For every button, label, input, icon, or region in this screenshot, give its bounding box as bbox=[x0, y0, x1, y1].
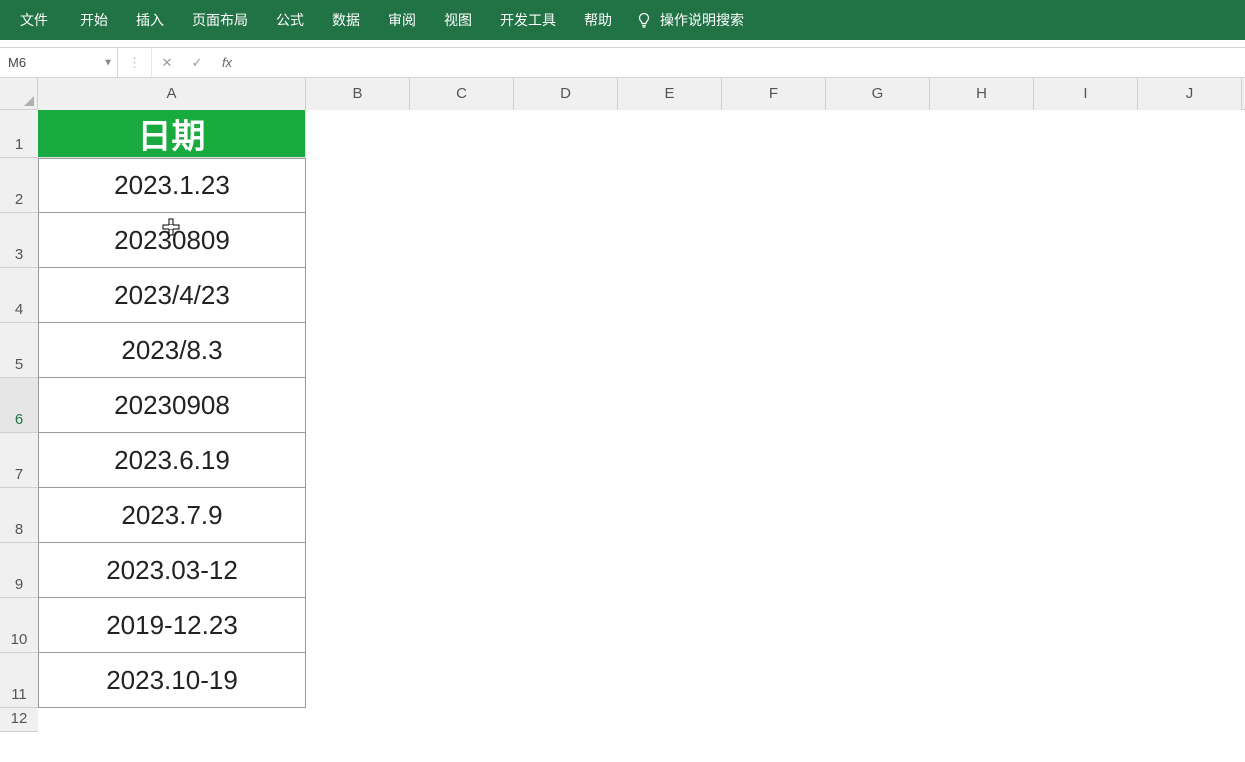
ribbon-tab-视图[interactable]: 视图 bbox=[430, 0, 486, 40]
cell-A5[interactable]: 2023/8.3 bbox=[38, 323, 306, 378]
cell-A4[interactable]: 2023/4/23 bbox=[38, 268, 306, 323]
column-header-D[interactable]: D bbox=[514, 78, 618, 110]
ribbon-lower-border bbox=[0, 40, 1245, 48]
fx-icon: fx bbox=[222, 55, 232, 70]
check-icon: ✓ bbox=[192, 55, 203, 71]
ribbon-tab-公式[interactable]: 公式 bbox=[262, 0, 318, 40]
cell-A7[interactable]: 2023.6.19 bbox=[38, 433, 306, 488]
column-header-G[interactable]: G bbox=[826, 78, 930, 110]
column-header-H[interactable]: H bbox=[930, 78, 1034, 110]
column-header-J[interactable]: J bbox=[1138, 78, 1242, 110]
row-headers: 123456789101112 bbox=[0, 110, 38, 732]
cell-A11[interactable]: 2023.10-19 bbox=[38, 653, 306, 708]
row-header-11[interactable]: 11 bbox=[0, 653, 38, 708]
cell-A6[interactable]: 20230908 bbox=[38, 378, 306, 433]
name-box[interactable]: M6 ▼ bbox=[0, 48, 118, 77]
ribbon-tab-数据[interactable]: 数据 bbox=[318, 0, 374, 40]
row-header-7[interactable]: 7 bbox=[0, 433, 38, 488]
formula-input[interactable] bbox=[242, 48, 1245, 77]
cell-A1-header[interactable]: 日期 bbox=[38, 110, 306, 158]
column-header-F[interactable]: F bbox=[722, 78, 826, 110]
ribbon-tab-开发工具[interactable]: 开发工具 bbox=[486, 0, 570, 40]
row-header-2[interactable]: 2 bbox=[0, 158, 38, 213]
dropdown-icon[interactable]: ▼ bbox=[103, 57, 113, 68]
tell-me-label: 操作说明搜索 bbox=[660, 10, 744, 30]
cell-A9[interactable]: 2023.03-12 bbox=[38, 543, 306, 598]
ribbon-tab-开始[interactable]: 开始 bbox=[66, 0, 122, 40]
column-header-C[interactable]: C bbox=[410, 78, 514, 110]
insert-function-button[interactable]: fx bbox=[212, 48, 242, 77]
ribbon-tab-文件[interactable]: 文件 bbox=[4, 0, 66, 40]
select-all-triangle[interactable] bbox=[0, 78, 38, 110]
tell-me-search[interactable]: 操作说明搜索 bbox=[626, 0, 754, 40]
row-header-1[interactable]: 1 bbox=[0, 110, 38, 158]
row-header-9[interactable]: 9 bbox=[0, 543, 38, 598]
cell-A10[interactable]: 2019-12.23 bbox=[38, 598, 306, 653]
ribbon-menu: 文件开始插入页面布局公式数据审阅视图开发工具帮助 操作说明搜索 bbox=[0, 0, 1245, 40]
cancel-button[interactable]: ✕ bbox=[152, 48, 182, 77]
row-header-5[interactable]: 5 bbox=[0, 323, 38, 378]
lightbulb-icon bbox=[636, 12, 652, 28]
ribbon-tab-插入[interactable]: 插入 bbox=[122, 0, 178, 40]
ribbon-tab-帮助[interactable]: 帮助 bbox=[570, 0, 626, 40]
cell-A2[interactable]: 2023.1.23 bbox=[38, 158, 306, 213]
column-header-I[interactable]: I bbox=[1034, 78, 1138, 110]
row-header-12[interactable]: 12 bbox=[0, 708, 38, 732]
enter-button[interactable]: ✓ bbox=[182, 48, 212, 77]
spreadsheet-grid[interactable]: ABCDEFGHIJ 123456789101112 日期2023.1.2320… bbox=[0, 78, 1245, 762]
column-header-B[interactable]: B bbox=[306, 78, 410, 110]
cell-A8[interactable]: 2023.7.9 bbox=[38, 488, 306, 543]
formula-bar: M6 ▼ ⋮ ✕ ✓ fx bbox=[0, 48, 1245, 78]
row-header-4[interactable]: 4 bbox=[0, 268, 38, 323]
column-header-A[interactable]: A bbox=[38, 78, 306, 110]
row-header-8[interactable]: 8 bbox=[0, 488, 38, 543]
column-header-E[interactable]: E bbox=[618, 78, 722, 110]
row-header-10[interactable]: 10 bbox=[0, 598, 38, 653]
formula-bar-separator: ⋮ bbox=[118, 48, 152, 77]
row-header-3[interactable]: 3 bbox=[0, 213, 38, 268]
cell-A3[interactable]: 20230809 bbox=[38, 213, 306, 268]
ribbon-tab-页面布局[interactable]: 页面布局 bbox=[178, 0, 262, 40]
ribbon-tab-审阅[interactable]: 审阅 bbox=[374, 0, 430, 40]
column-headers: ABCDEFGHIJ bbox=[38, 78, 1245, 110]
cancel-icon: ✕ bbox=[162, 55, 173, 71]
name-box-value: M6 bbox=[8, 55, 26, 70]
row-header-6[interactable]: 6 bbox=[0, 378, 38, 433]
